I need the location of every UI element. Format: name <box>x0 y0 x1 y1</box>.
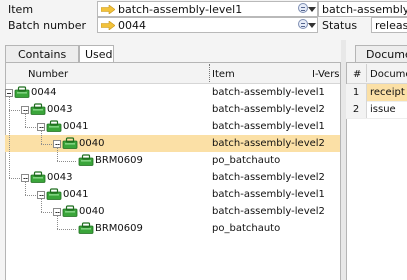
assembly-node-icon <box>78 222 94 234</box>
tab-contains-label: Contains <box>18 48 67 61</box>
tree-node-item: batch-assembly-level1 <box>212 87 325 98</box>
tree-node-item: batch-assembly-level2 <box>212 206 325 217</box>
item-value: batch-assembly-level1 <box>118 3 243 16</box>
tree-node-item: batch-assembly-level2 <box>212 138 325 149</box>
tree-connector-line <box>25 127 44 128</box>
tree-node-number: 0043 <box>47 104 73 115</box>
tab-used-in[interactable]: Used in <box>79 45 114 62</box>
tree-row[interactable] <box>5 220 340 237</box>
tree-connector-line <box>25 195 44 196</box>
column-divider <box>209 64 210 82</box>
tree-connector-line <box>9 97 10 178</box>
tree-connector-line <box>57 161 76 162</box>
tree-connector-line <box>41 212 60 213</box>
tree-node-number: 0040 <box>79 138 105 149</box>
assembly-node-icon <box>14 86 30 98</box>
arrow-right-icon <box>101 21 115 30</box>
tree-connector-line <box>57 148 58 161</box>
column-number: Number <box>28 69 69 80</box>
assembly-node-icon <box>30 103 46 115</box>
lookup-icon[interactable] <box>298 3 308 13</box>
tree-node-number: 0041 <box>63 189 89 200</box>
tree-connector-line <box>41 144 60 145</box>
item-field[interactable]: batch-assembly-level1 <box>97 1 318 17</box>
documents-col-divider <box>366 64 367 82</box>
tree-connector-line <box>9 178 28 179</box>
assembly-node-icon <box>78 154 94 166</box>
batch-number-label: Batch number <box>8 19 87 32</box>
tree-node-number: BRM0609 <box>95 155 143 166</box>
status-label: Status <box>322 19 358 32</box>
batch-number-field[interactable]: 0044 <box>97 17 318 33</box>
tree-node-item: po_batchauto <box>212 155 281 166</box>
tree-connector-line <box>41 199 42 212</box>
tree-row[interactable] <box>5 152 340 169</box>
tree-connector-line <box>9 110 28 111</box>
tree-node-item: po_batchauto <box>212 223 281 234</box>
tree-connector-line <box>57 229 76 230</box>
documents-col-doc: Document <box>370 69 407 80</box>
tree-node-item: batch-assembly-level1 <box>212 121 325 132</box>
assembly-node-icon <box>46 120 62 132</box>
status-value: released <box>375 19 407 32</box>
right-item-value: batch-assembly-level1 <box>322 3 407 16</box>
status-field: released <box>371 17 407 33</box>
tree-node-item: batch-assembly-level2 <box>212 172 325 183</box>
document-row[interactable]: 1 receipt <box>346 84 407 102</box>
chevron-down-icon[interactable] <box>308 23 316 28</box>
documents-col-num: # <box>353 69 362 80</box>
tree-node-number: 0041 <box>63 121 89 132</box>
right-item-field: batch-assembly-level1 <box>318 1 407 17</box>
assembly-node-icon <box>62 137 78 149</box>
column-iversion: I-Version <box>312 69 340 80</box>
tree-node-number: 0044 <box>31 87 57 98</box>
tree-node-number: 0043 <box>47 172 73 183</box>
tab-documents[interactable]: Documents <box>355 45 407 62</box>
tree-connector-line <box>25 114 26 127</box>
assembly-node-icon <box>30 171 46 183</box>
tree-connector-line <box>57 216 58 229</box>
batch-number-value: 0044 <box>118 19 146 32</box>
document-row-name: issue <box>370 104 396 115</box>
tree-node-item: batch-assembly-level2 <box>212 104 325 115</box>
tab-documents-label: Documents <box>366 48 407 61</box>
document-row-name: receipt <box>367 84 407 101</box>
item-label: Item <box>8 3 34 16</box>
tab-contains[interactable]: Contains <box>5 45 79 62</box>
collapse-toggle-icon[interactable] <box>5 89 13 97</box>
assembly-node-icon <box>62 205 78 217</box>
document-row-number: 2 <box>346 101 367 118</box>
column-item: Item <box>212 69 235 80</box>
tree-node-item: batch-assembly-level1 <box>212 189 325 200</box>
document-row[interactable]: 2 issue <box>346 101 407 119</box>
lookup-icon[interactable] <box>298 19 308 29</box>
tree-node-number: 0040 <box>79 206 105 217</box>
tree-connector-line <box>25 182 26 195</box>
arrow-right-icon <box>101 5 115 14</box>
tree-connector-line <box>41 131 42 144</box>
tree-node-number: BRM0609 <box>95 223 143 234</box>
document-row-number: 1 <box>346 84 367 101</box>
assembly-node-icon <box>46 188 62 200</box>
chevron-down-icon[interactable] <box>308 7 316 12</box>
tab-used-in-label: Used in <box>85 48 113 62</box>
